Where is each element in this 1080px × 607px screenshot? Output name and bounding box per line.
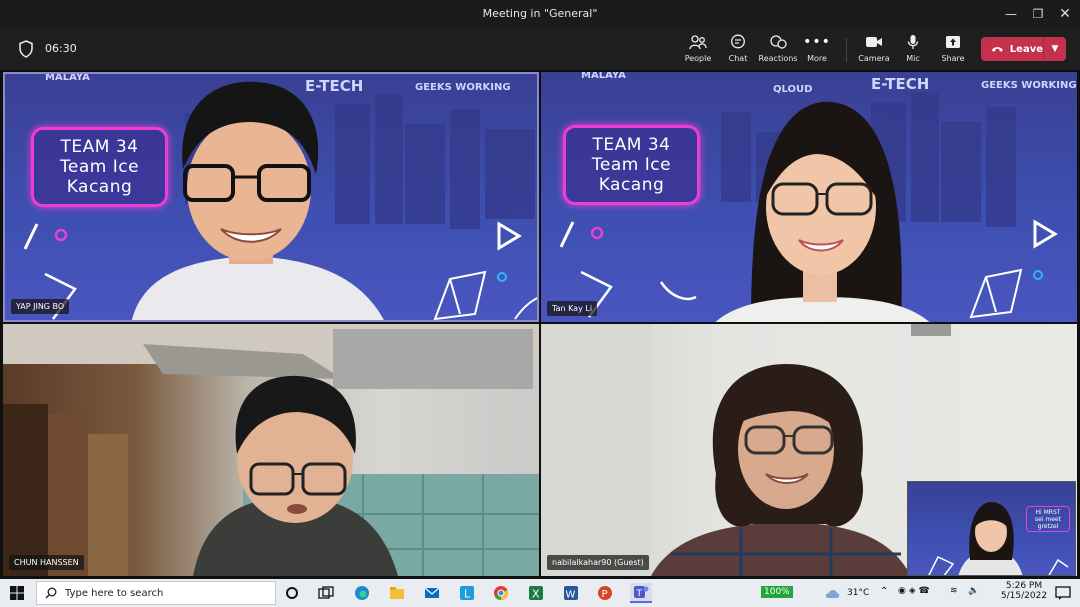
excel-icon[interactable]: X xyxy=(525,583,547,603)
self-view-team-card: Hi MRST sei meet gretzel xyxy=(1026,506,1070,532)
search-icon xyxy=(45,587,57,599)
clock-time: 5:26 PM xyxy=(1005,581,1043,591)
camera-icon xyxy=(865,32,883,52)
file-explorer-icon[interactable] xyxy=(386,583,408,603)
brand-geeks: GEEKS WORKING xyxy=(415,82,511,93)
close-icon[interactable]: ✕ xyxy=(1049,0,1080,28)
people-button[interactable]: People xyxy=(676,32,720,68)
notifications-icon[interactable] xyxy=(1052,583,1074,603)
mic-icon xyxy=(907,32,919,52)
reactions-icon xyxy=(769,32,787,52)
team-card: TEAM 34 Team Ice Kacang xyxy=(563,125,700,205)
participant-tile-yap[interactable]: MALAYA E-TECH GEEKS WORKING TEAM 34 Team… xyxy=(3,72,539,322)
network-icon[interactable]: ≋ xyxy=(950,586,958,596)
lync-icon[interactable]: L xyxy=(456,583,478,603)
share-icon xyxy=(945,32,961,52)
svg-text:T: T xyxy=(636,589,643,599)
office-background xyxy=(3,324,539,576)
cortana-icon[interactable] xyxy=(281,583,303,603)
people-icon xyxy=(689,32,707,52)
participant-video-person xyxy=(132,81,384,320)
brand-etech: E-TECH xyxy=(871,75,930,93)
brand-malaya: MALAYA xyxy=(581,72,626,81)
people-label: People xyxy=(684,54,712,63)
participant-name-tag: YAP JING BO xyxy=(11,299,70,314)
powerpoint-icon[interactable]: P xyxy=(594,583,616,603)
chat-button[interactable]: Chat xyxy=(716,32,760,68)
share-button[interactable]: Share xyxy=(931,32,975,68)
speaker-icon[interactable]: 🔈 xyxy=(968,586,979,596)
more-label: More xyxy=(807,54,827,63)
chrome-icon[interactable] xyxy=(490,583,512,603)
task-view-icon[interactable] xyxy=(315,583,337,603)
clock-date: 5/15/2022 xyxy=(1000,591,1048,601)
windows-start-icon[interactable] xyxy=(6,583,28,603)
mic-label: Mic xyxy=(906,54,920,63)
team-line-2: Team Ice xyxy=(591,155,672,175)
self-view-line-3: gretzel xyxy=(1037,522,1059,530)
self-view-line-2: sei meet xyxy=(1035,515,1061,523)
hangup-icon xyxy=(991,47,1003,52)
tray-icons[interactable]: ◉ ◈ ☎ xyxy=(898,586,930,596)
reactions-label: Reactions xyxy=(758,54,798,63)
meeting-timer: 06:30 xyxy=(45,42,77,55)
battery-indicator[interactable]: 100% xyxy=(761,586,793,598)
taskbar-search-box[interactable]: Type here to search xyxy=(36,581,276,605)
chat-icon xyxy=(730,32,746,52)
participant-video-person xyxy=(715,101,930,322)
word-icon[interactable]: W xyxy=(560,583,582,603)
brand-geeks: GEEKS WORKING xyxy=(981,80,1077,91)
window-title: Meeting in "General" xyxy=(482,7,598,20)
edge-icon[interactable] xyxy=(351,583,373,603)
share-label: Share xyxy=(941,54,965,63)
toolbar-divider xyxy=(846,38,847,62)
self-view-line-1: Hi MRST xyxy=(1035,508,1061,516)
clock[interactable]: 5:26 PM 5/15/2022 xyxy=(1000,581,1048,601)
leave-chevron-down-icon[interactable]: ▼ xyxy=(1044,44,1066,54)
svg-text:X: X xyxy=(532,588,540,601)
leave-button[interactable]: Leave ▼ xyxy=(981,37,1066,61)
team-line-3: Kacang xyxy=(598,175,665,195)
camera-button[interactable]: Camera xyxy=(852,32,896,68)
team-line-1: TEAM 34 xyxy=(592,135,671,155)
more-button[interactable]: ••• More xyxy=(795,32,839,68)
meeting-toolbar: 06:30 People Chat Reactions ••• More Cam… xyxy=(0,28,1080,70)
camera-label: Camera xyxy=(858,54,890,63)
leave-label: Leave xyxy=(1009,43,1043,55)
chevron-up-icon[interactable]: ⌃ xyxy=(880,586,888,597)
teams-icon[interactable]: T xyxy=(630,583,652,603)
windows-taskbar: Type here to search L X W P T 100% 31°C … xyxy=(0,579,1080,607)
participant-tile-chun[interactable]: CHUN HANSSEN xyxy=(3,324,539,576)
svg-text:P: P xyxy=(602,589,608,600)
search-placeholder: Type here to search xyxy=(65,587,164,599)
title-bar: Meeting in "General" — ❐ ✕ xyxy=(0,0,1080,28)
mic-button[interactable]: Mic xyxy=(891,32,935,68)
participant-tile-tan[interactable]: MALAYA QLOUD E-TECH GEEKS WORKING TEAM 3… xyxy=(541,72,1077,322)
leave-main[interactable]: Leave xyxy=(981,37,1043,61)
reactions-button[interactable]: Reactions xyxy=(756,32,800,68)
participant-name-tag: nabilalkahar90 (Guest) xyxy=(547,555,649,570)
self-view-video[interactable]: Hi MRST sei meet gretzel xyxy=(907,481,1076,576)
temperature[interactable]: 31°C xyxy=(847,588,869,598)
weather-icon[interactable] xyxy=(822,583,844,603)
mail-icon[interactable] xyxy=(421,583,443,603)
svg-text:W: W xyxy=(566,590,576,601)
chat-label: Chat xyxy=(728,54,748,63)
svg-text:L: L xyxy=(464,588,471,601)
participant-name-tag: CHUN HANSSEN xyxy=(9,555,84,570)
brand-malaya: MALAYA xyxy=(45,72,90,83)
participant-name-tag: Tan Kay Li xyxy=(547,301,598,316)
shield-icon xyxy=(19,40,33,58)
more-icon: ••• xyxy=(803,34,831,50)
